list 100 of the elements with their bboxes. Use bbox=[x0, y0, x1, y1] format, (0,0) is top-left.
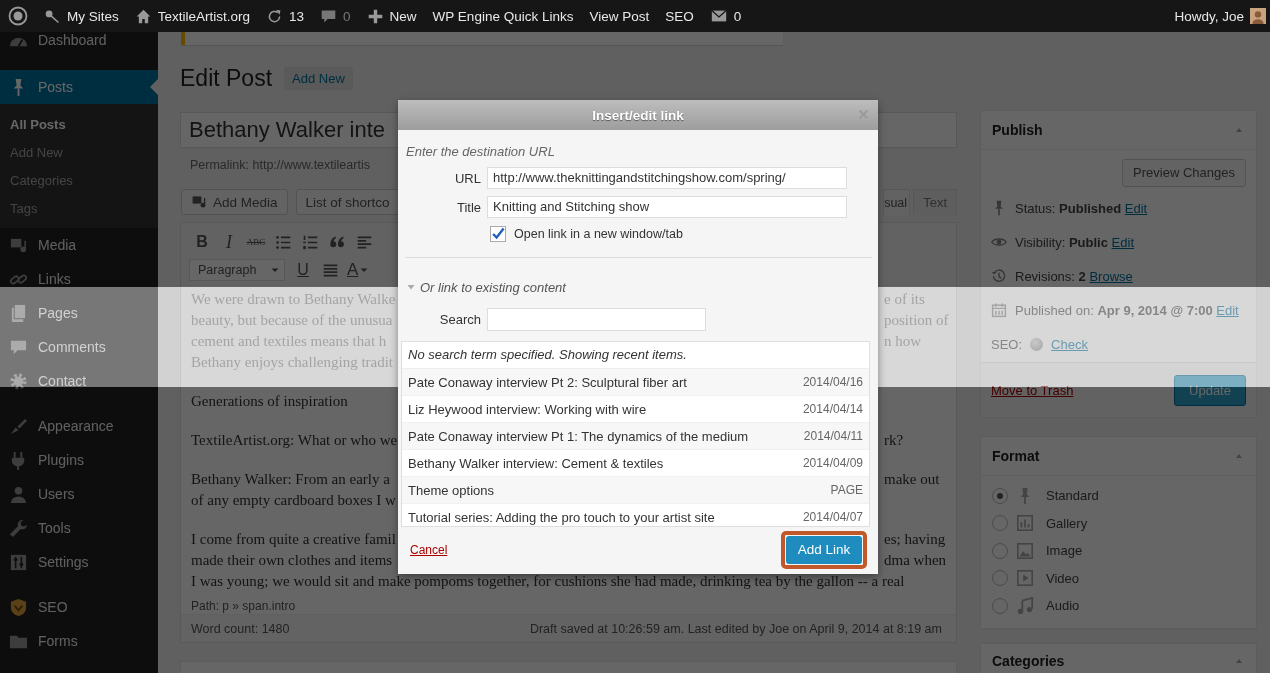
trash-link[interactable]: Move to Trash bbox=[991, 382, 1074, 398]
menu-item[interactable]: Posts bbox=[0, 70, 158, 104]
menu-item[interactable]: Users bbox=[0, 477, 158, 511]
toolbar-link[interactable]: WP Engine Quick Links bbox=[432, 8, 574, 24]
avatar-icon[interactable] bbox=[1250, 8, 1266, 24]
checkbox[interactable] bbox=[490, 226, 506, 242]
add-link-button[interactable]: Add Link bbox=[786, 535, 862, 564]
paragraph-text: make out bbox=[884, 470, 941, 489]
submenu-item[interactable]: All Posts bbox=[0, 111, 158, 139]
menu-item[interactable]: Dashboard bbox=[0, 32, 158, 70]
menu-item[interactable]: Media bbox=[0, 228, 158, 262]
menu-item[interactable]: Comments bbox=[0, 330, 158, 364]
music-note-icon bbox=[1016, 596, 1034, 615]
menu-item[interactable]: Appearance bbox=[0, 409, 158, 443]
menu-item[interactable]: Tools bbox=[0, 511, 158, 545]
menu-item[interactable]: Contact bbox=[0, 364, 158, 398]
bullet-list-icon[interactable] bbox=[274, 233, 292, 251]
edit-link[interactable]: Edit bbox=[1111, 234, 1134, 250]
check-link[interactable]: Check bbox=[1051, 336, 1088, 352]
result-item[interactable]: Pate Conaway interview Pt 1: The dynamics of the medium 2014/04/11 bbox=[402, 423, 869, 450]
heading-text: Generations of inspiration bbox=[191, 392, 348, 411]
toolbar-link[interactable]: TextileArtist.org bbox=[134, 7, 251, 25]
toolbar-link[interactable]: 13 bbox=[266, 7, 305, 25]
menu-item[interactable]: Plugins bbox=[0, 443, 158, 477]
edit-link[interactable]: Browse bbox=[1089, 268, 1133, 284]
field-label: Title bbox=[455, 199, 481, 215]
menu-item[interactable]: Settings bbox=[0, 545, 158, 579]
paragraph-text: made their own clothes and items bbox=[191, 551, 393, 570]
gallery-icon bbox=[1016, 514, 1034, 533]
toolbar-link[interactable]: SEO bbox=[665, 8, 694, 24]
disclosure-toggle[interactable]: Or link to existing content bbox=[406, 279, 872, 295]
field-label: Search bbox=[438, 312, 481, 327]
bold-button[interactable]: B bbox=[189, 229, 215, 255]
paragraph-text: es; having bbox=[884, 530, 947, 549]
status-text: Published on: Apr 9, 2014 @ 7:00 Edit bbox=[1015, 302, 1239, 318]
status-text: Status: Published Edit bbox=[1015, 200, 1148, 216]
option-label: Audio bbox=[1046, 598, 1080, 614]
element-path: Path: p » span.intro bbox=[190, 598, 297, 614]
editor-tab[interactable]: sual bbox=[883, 189, 911, 215]
edit-link[interactable]: Edit bbox=[1216, 302, 1239, 318]
radio-button[interactable] bbox=[992, 515, 1008, 532]
media-icon bbox=[191, 194, 207, 210]
option-label: Standard bbox=[1046, 488, 1099, 504]
dialog-header: Insert/edit link bbox=[398, 100, 878, 130]
toolbar-link[interactable]: 0 bbox=[320, 7, 351, 25]
menu-item[interactable]: Forms bbox=[0, 624, 158, 658]
logo-icon[interactable] bbox=[8, 6, 28, 26]
result-item[interactable]: Tutorial series: Adding the pro touch to your artist site 2014/04/07 bbox=[402, 504, 869, 526]
menu-item[interactable]: Pages bbox=[0, 296, 158, 330]
seo-label: SEO: bbox=[991, 336, 1023, 352]
page-title: Edit Post bbox=[180, 64, 273, 92]
house-icon bbox=[134, 7, 152, 25]
expand-arrow-icon bbox=[406, 282, 416, 292]
add-new-button[interactable]: Add New bbox=[284, 66, 353, 90]
video-icon bbox=[1016, 569, 1034, 588]
paragraph-text: of any empty cardboard boxes I w bbox=[191, 491, 396, 510]
strikethrough-button[interactable]: ABC bbox=[243, 229, 269, 255]
radio-button[interactable] bbox=[992, 487, 1008, 504]
toolbar-link[interactable]: New bbox=[366, 7, 417, 25]
paragraph-text: Bethany Walker: From an early a bbox=[191, 470, 390, 489]
result-item[interactable]: Theme options PAGE bbox=[402, 477, 869, 504]
underline-button[interactable]: U bbox=[290, 257, 316, 283]
close-icon[interactable] bbox=[857, 108, 870, 121]
plus-icon bbox=[366, 7, 384, 25]
text-color-button[interactable]: A bbox=[344, 257, 373, 283]
panel-title: Categories bbox=[992, 652, 1065, 669]
word-count: Word count: 1480 bbox=[191, 621, 290, 636]
account-link[interactable]: Howdy, Joe bbox=[1174, 8, 1244, 24]
cancel-link[interactable]: Cancel bbox=[410, 542, 448, 557]
menu-item[interactable]: Links bbox=[0, 262, 158, 296]
option-label: Video bbox=[1046, 570, 1079, 586]
input-field[interactable]: http://www.theknittingandstitchingshow.com/spring/ bbox=[487, 167, 847, 189]
toolbar-link[interactable]: 0 bbox=[709, 7, 742, 25]
search-field[interactable] bbox=[487, 308, 706, 331]
add-media-button[interactable]: Add Media bbox=[181, 189, 288, 215]
radio-button[interactable] bbox=[992, 597, 1008, 614]
pages-icon bbox=[9, 303, 28, 323]
menu-item[interactable]: SEO bbox=[0, 590, 158, 624]
status-text: Visibility: Public Edit bbox=[1015, 234, 1134, 250]
calendar-icon bbox=[991, 302, 1007, 318]
toolbar-link[interactable]: View Post bbox=[589, 8, 650, 24]
field-label: URL bbox=[454, 170, 481, 186]
sliders-icon bbox=[9, 552, 28, 572]
edit-link[interactable]: Edit bbox=[1124, 200, 1148, 216]
toolbar-link[interactable]: My Sites bbox=[44, 7, 119, 25]
shield-icon bbox=[9, 597, 28, 617]
result-item[interactable]: Pate Conaway interview Pt 2: Sculptural fiber art 2014/04/16 bbox=[402, 369, 869, 396]
status-dot-icon bbox=[1030, 337, 1044, 351]
input-field[interactable]: Knitting and Stitching show bbox=[487, 196, 847, 218]
italic-button[interactable]: I bbox=[216, 229, 242, 255]
preview-button[interactable]: Preview Changes bbox=[1122, 159, 1246, 187]
option-label: Image bbox=[1046, 543, 1083, 559]
numbered-list-icon[interactable] bbox=[301, 233, 319, 251]
paragraph-text: I come from quite a creative famil bbox=[191, 530, 396, 549]
gear-icon bbox=[9, 371, 28, 391]
radio-button[interactable] bbox=[992, 542, 1008, 559]
format-select[interactable]: Paragraph bbox=[189, 259, 285, 281]
update-button[interactable]: Update bbox=[1174, 374, 1246, 406]
paragraph-text: dma when bbox=[884, 551, 948, 570]
radio-button[interactable] bbox=[992, 570, 1008, 587]
